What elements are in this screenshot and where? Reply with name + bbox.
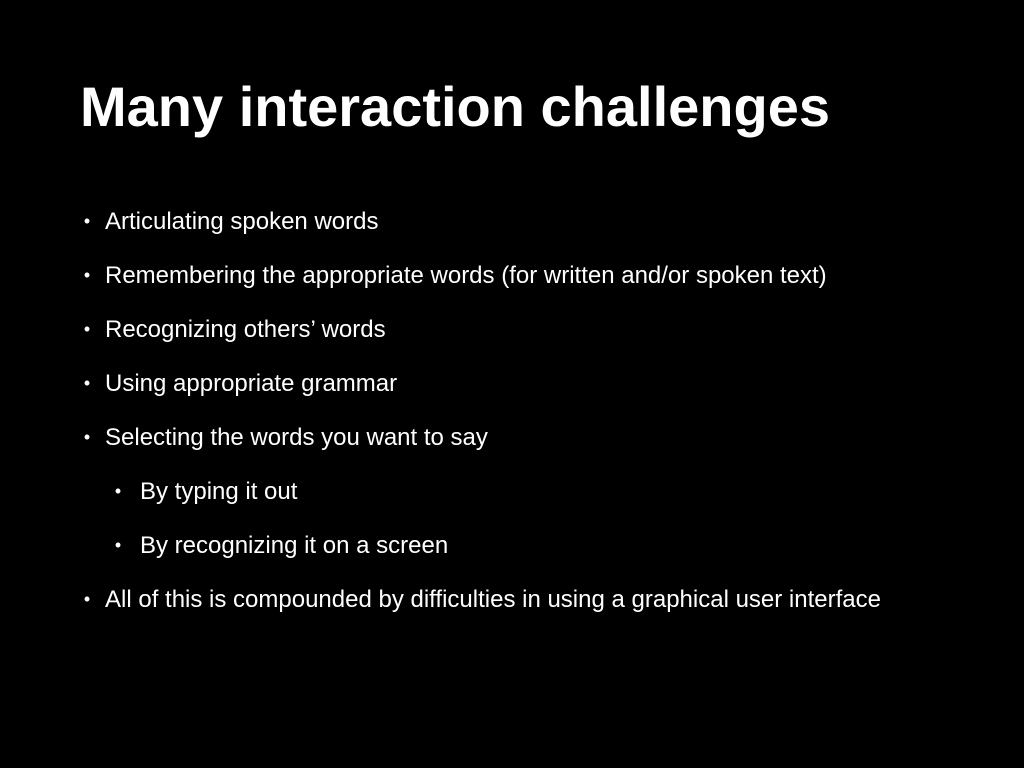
bullet-item: • Recognizing others’ words <box>0 314 1024 345</box>
bullet-text: Selecting the words you want to say <box>105 424 488 451</box>
bullet-icon: • <box>83 211 91 231</box>
bullet-item: • Remembering the appropriate words (for… <box>0 260 1024 291</box>
sub-bullet-item: • By recognizing it on a screen <box>0 530 1024 561</box>
bullet-item: • Articulating spoken words <box>0 206 1024 237</box>
bullet-text: Remembering the appropriate words (for w… <box>105 262 827 289</box>
bullet-item: • Using appropriate grammar <box>0 368 1024 399</box>
bullet-text: All of this is compounded by difficultie… <box>105 586 881 613</box>
bullet-icon: • <box>83 589 91 609</box>
bullet-list: • Articulating spoken words • Rememberin… <box>0 206 1024 638</box>
bullet-icon: • <box>83 265 91 285</box>
bullet-icon: • <box>114 535 122 555</box>
bullet-text: Using appropriate grammar <box>105 370 398 397</box>
bullet-text: Articulating spoken words <box>105 208 379 235</box>
bullet-icon: • <box>83 373 91 393</box>
bullet-text: Recognizing others’ words <box>105 316 386 343</box>
bullet-item: • All of this is compounded by difficult… <box>0 584 1024 615</box>
slide: Many interaction challenges • Articulati… <box>0 0 1024 768</box>
bullet-icon: • <box>114 481 122 501</box>
bullet-item: • Selecting the words you want to say <box>0 422 1024 453</box>
bullet-text: By typing it out <box>140 478 298 505</box>
bullet-icon: • <box>83 319 91 339</box>
slide-title: Many interaction challenges <box>80 75 830 138</box>
sub-bullet-item: • By typing it out <box>0 476 1024 507</box>
bullet-icon: • <box>83 427 91 447</box>
bullet-text: By recognizing it on a screen <box>140 532 449 559</box>
